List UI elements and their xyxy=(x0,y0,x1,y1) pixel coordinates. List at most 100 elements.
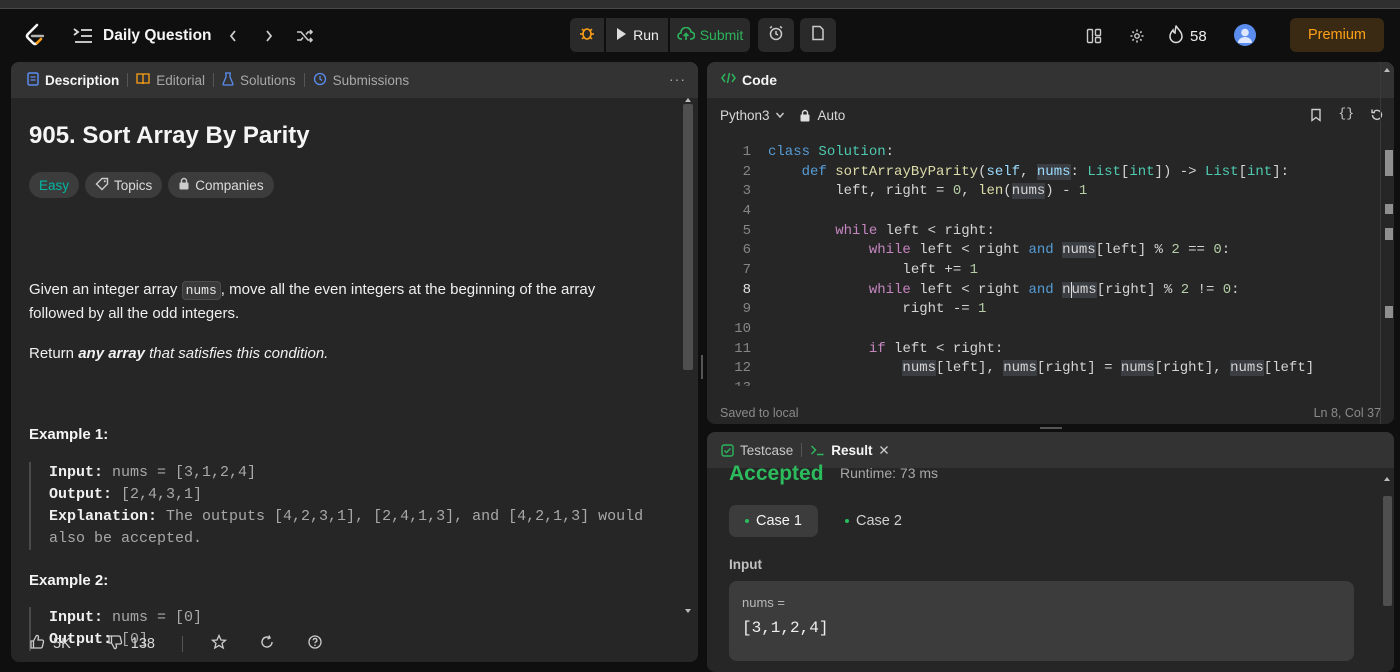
code-line: 5 while left < right: xyxy=(707,221,1379,241)
layout-icon[interactable] xyxy=(1083,24,1105,48)
gear-icon[interactable] xyxy=(1126,24,1148,48)
explanation-label: Explanation: xyxy=(49,508,158,525)
note-icon xyxy=(811,25,825,46)
language-select[interactable]: Python3 xyxy=(720,108,785,123)
scrollbar-thumb[interactable] xyxy=(1385,150,1393,176)
example-2-title: Example 2: xyxy=(29,572,109,589)
line-number: 8 xyxy=(742,281,751,298)
tab-description[interactable]: Description xyxy=(19,62,127,98)
line-number: 10 xyxy=(734,321,751,338)
example-1-block: Input: nums = [3,1,2,4] Output: [2,4,3,1… xyxy=(29,462,679,550)
result-scrollbar[interactable] xyxy=(1380,468,1394,668)
tab-solutions-label: Solutions xyxy=(240,72,296,88)
param-name: nums = xyxy=(742,595,785,610)
code-editor[interactable]: 1 class Solution: 2 def sortArrayByParity… xyxy=(707,142,1379,386)
line-number: 3 xyxy=(742,183,751,200)
scroll-marker xyxy=(1385,306,1393,318)
horizontal-resize-handle[interactable] xyxy=(1040,427,1062,429)
daily-question-link[interactable]: Daily Question xyxy=(103,24,212,48)
cursor-position: Ln 8, Col 37 xyxy=(1313,406,1381,420)
return-statement: Return any array that satisfies this con… xyxy=(29,342,649,365)
close-icon[interactable] xyxy=(879,445,889,455)
chevron-down-icon xyxy=(775,112,784,119)
tab-testcase-label: Testcase xyxy=(740,442,794,458)
code-header: Code xyxy=(707,62,1394,98)
scroll-marker xyxy=(1385,204,1393,214)
tab-submissions-label: Submissions xyxy=(332,72,410,88)
chevron-left-icon[interactable] xyxy=(222,24,244,48)
line-number: 11 xyxy=(734,340,751,357)
more-options-icon[interactable]: ··· xyxy=(669,71,686,87)
problem-list-icon[interactable] xyxy=(72,25,94,47)
streak-counter[interactable]: 58 xyxy=(1168,23,1207,49)
premium-button[interactable]: Premium xyxy=(1290,18,1384,52)
checkbox-icon xyxy=(721,443,734,457)
input-value: nums = [0] xyxy=(103,609,203,626)
scrollbar-thumb[interactable] xyxy=(1383,496,1392,606)
line-number: 5 xyxy=(742,222,751,239)
companies-tag[interactable]: Companies xyxy=(168,172,274,198)
line-number: 7 xyxy=(742,261,751,278)
tab-editorial[interactable]: Editorial xyxy=(128,62,213,98)
tab-submissions[interactable]: Submissions xyxy=(305,62,418,98)
pass-dot xyxy=(845,519,849,523)
result-panel: Testcase Result Accepted Runtime: 73 ms … xyxy=(707,432,1394,672)
topics-label: Topics xyxy=(114,177,153,193)
submit-button[interactable]: Submit xyxy=(670,18,750,52)
line-number: 2 xyxy=(742,163,751,180)
case-1-button[interactable]: Case 1 xyxy=(729,505,818,537)
input-label: Input: xyxy=(49,464,104,481)
chevron-right-icon[interactable] xyxy=(258,24,280,48)
language-label: Python3 xyxy=(720,107,770,123)
code-line: 4 xyxy=(707,201,1379,221)
input-heading: Input xyxy=(729,557,762,572)
line-number: 12 xyxy=(734,360,751,377)
terminal-icon xyxy=(811,445,824,456)
description-tabs: Description Editorial Solutions Submissi… xyxy=(11,62,698,98)
scrollbar-thumb[interactable] xyxy=(683,104,693,370)
share-icon[interactable] xyxy=(259,634,275,654)
tab-result-label: Result xyxy=(831,442,873,458)
submit-label: Submit xyxy=(699,27,744,43)
bookmark-icon[interactable] xyxy=(1310,108,1322,125)
book-icon xyxy=(136,72,150,88)
vertical-resize-handle[interactable] xyxy=(701,355,703,379)
help-icon[interactable] xyxy=(307,634,323,654)
tab-solutions[interactable]: Solutions xyxy=(214,62,304,98)
streak-count: 58 xyxy=(1190,27,1207,45)
scroll-up-icon[interactable] xyxy=(1383,476,1391,482)
code-scrollbar[interactable] xyxy=(1380,62,1394,424)
statement-text: Given an integer array xyxy=(29,281,182,298)
thumbs-down-icon xyxy=(107,634,123,654)
description-panel: Description Editorial Solutions Submissi… xyxy=(11,62,698,662)
debug-button[interactable] xyxy=(570,18,604,52)
notes-button[interactable] xyxy=(800,18,836,52)
tab-testcase[interactable]: Testcase xyxy=(721,443,793,458)
run-button[interactable]: Run xyxy=(606,18,668,52)
format-braces-icon[interactable]: {} xyxy=(1338,106,1354,121)
like-button[interactable]: 5K xyxy=(29,634,71,654)
output-value: [2,4,3,1] xyxy=(112,486,203,503)
leetcode-logo-icon[interactable] xyxy=(22,23,48,49)
status-badge: Accepted xyxy=(729,462,824,485)
timer-button[interactable] xyxy=(758,18,794,52)
code-line: 10 xyxy=(707,319,1379,339)
difficulty-badge[interactable]: Easy xyxy=(29,172,80,198)
dislike-button[interactable]: 138 xyxy=(107,634,155,654)
auto-mode[interactable]: Auto xyxy=(799,108,845,123)
editor-toolbar: Python3 Auto {} xyxy=(707,98,1394,132)
topics-tag[interactable]: Topics xyxy=(85,172,163,198)
page-title: 905. Sort Array By Parity xyxy=(29,122,310,149)
tab-result[interactable]: Result xyxy=(810,443,888,458)
lock-icon xyxy=(800,109,810,121)
scroll-down-icon[interactable] xyxy=(684,608,692,614)
case-2-button[interactable]: Case 2 xyxy=(829,505,918,537)
param-value: [3,1,2,4] xyxy=(742,619,829,637)
description-scrollbar[interactable] xyxy=(681,98,695,620)
code-line: 12 nums[left], nums[right] = nums[right]… xyxy=(707,359,1379,379)
avatar[interactable] xyxy=(1234,24,1256,46)
scroll-up-icon[interactable] xyxy=(684,97,692,103)
star-icon[interactable] xyxy=(210,633,228,654)
shuffle-icon[interactable] xyxy=(294,24,316,48)
scroll-up-icon[interactable] xyxy=(1383,67,1391,73)
